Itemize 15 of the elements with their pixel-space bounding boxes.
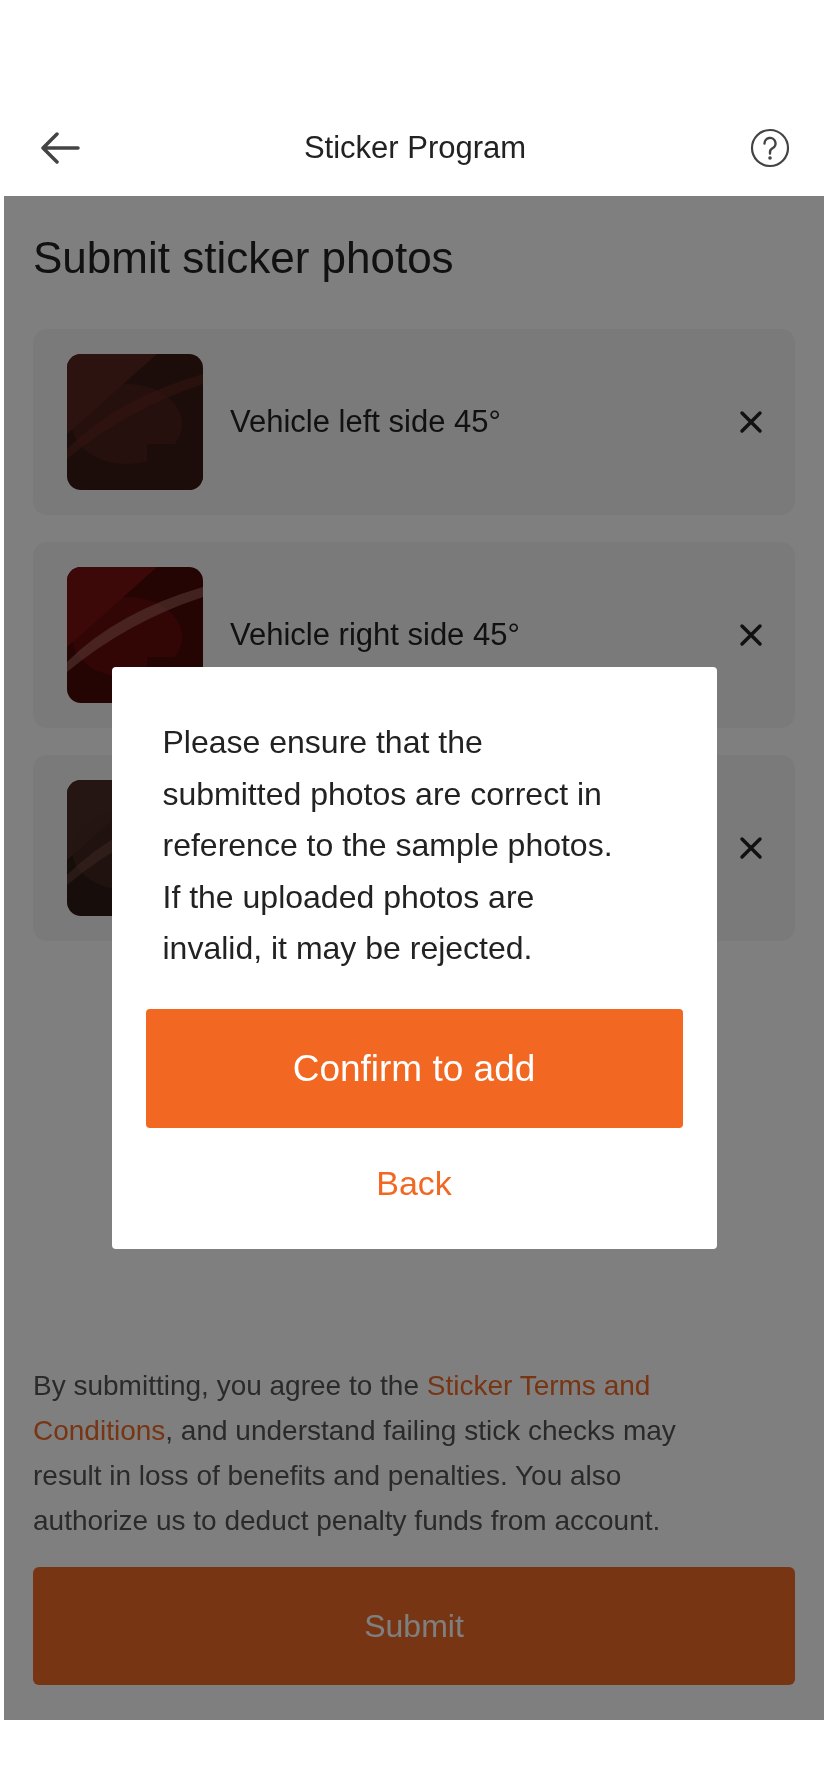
- back-arrow-icon[interactable]: [40, 132, 80, 164]
- photo-label: Vehicle right side 45°: [230, 615, 521, 654]
- back-button[interactable]: Back: [356, 1147, 472, 1219]
- page-title: Sticker Program: [303, 128, 527, 167]
- terms-link[interactable]: Conditions: [33, 1415, 166, 1446]
- page-heading: Submit sticker photos: [33, 232, 455, 284]
- help-icon[interactable]: [750, 128, 790, 168]
- dialog-message: Please ensure that the submitted photos are correct in reference to the sample photos. If the uploaded photos are invalid, it may be rejected.: [161, 723, 614, 969]
- terms-paragraph: By submitting, you agree to the Sticker Terms and Conditions, and understand failing stick checks may result in loss of benefits and penalties. You also authorize us to deduct penalty funds from account.: [33, 1369, 677, 1538]
- close-icon[interactable]: [739, 835, 763, 860]
- photo-label: Vehicle left side 45°: [230, 402, 502, 441]
- confirm-button[interactable]: Confirm to add: [145, 1008, 683, 1128]
- terms-link[interactable]: Sticker Terms and: [426, 1370, 651, 1401]
- close-icon[interactable]: [739, 622, 763, 647]
- close-icon[interactable]: [739, 409, 763, 434]
